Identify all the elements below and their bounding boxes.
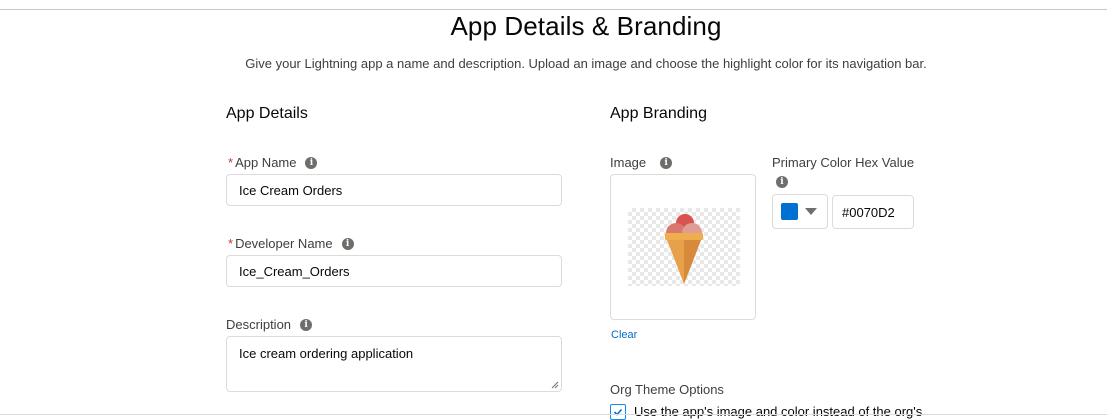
page-subtitle: Give your Lightning app a name and descr…: [245, 56, 927, 71]
resize-grip-icon[interactable]: [551, 381, 559, 389]
org-theme-label: Org Theme Options: [610, 382, 724, 397]
color-swatch: [781, 203, 798, 220]
ice-cream-cone-icon: [665, 214, 703, 284]
primary-color-label: Primary Color Hex Value: [772, 155, 914, 170]
org-theme-label-text: Org Theme Options: [610, 382, 724, 397]
developer-name-label: * Developer Name i: [228, 236, 354, 251]
app-branding-heading: App Branding: [610, 105, 707, 122]
org-theme-checkbox-label[interactable]: Use the app's image and color instead of…: [634, 404, 922, 419]
app-name-input[interactable]: Ice Cream Orders: [226, 174, 562, 206]
org-theme-checkbox[interactable]: [610, 404, 626, 420]
description-value: Ice cream ordering application: [239, 346, 414, 361]
app-name-label-text: App Name: [235, 155, 297, 170]
description-textarea[interactable]: Ice cream ordering application: [226, 336, 562, 392]
info-icon[interactable]: i: [305, 156, 318, 169]
clear-image-link[interactable]: Clear: [611, 329, 637, 341]
color-picker-button[interactable]: [772, 194, 828, 229]
developer-name-value: Ice_Cream_Orders: [239, 263, 350, 279]
app-name-label: * App Name i: [228, 155, 318, 170]
info-icon[interactable]: i: [660, 156, 673, 169]
chevron-down-icon: [805, 208, 817, 215]
image-upload-box[interactable]: [610, 174, 756, 320]
developer-name-label-text: Developer Name: [235, 236, 333, 251]
bottom-divider: [0, 414, 1107, 415]
app-details-branding-page: App Details & Branding Give your Lightni…: [0, 0, 1107, 420]
info-icon[interactable]: i: [776, 176, 788, 188]
description-label-text: Description: [226, 317, 292, 332]
required-marker: *: [228, 236, 234, 251]
info-icon[interactable]: i: [300, 318, 313, 331]
image-label: Image i: [610, 155, 673, 170]
check-icon: [613, 408, 623, 416]
description-label: Description i: [226, 317, 313, 332]
app-details-heading: App Details: [226, 105, 308, 122]
image-label-text: Image: [610, 155, 647, 170]
page-title: App Details & Branding: [450, 11, 722, 41]
developer-name-input[interactable]: Ice_Cream_Orders: [226, 255, 562, 287]
hex-value-input[interactable]: #0070D2: [832, 195, 914, 229]
required-marker: *: [228, 155, 234, 170]
hex-value: #0070D2: [842, 204, 895, 220]
app-name-value: Ice Cream Orders: [239, 182, 343, 198]
info-icon[interactable]: i: [341, 237, 354, 250]
primary-color-label-text: Primary Color Hex Value: [772, 155, 915, 170]
top-divider: [0, 9, 1107, 10]
